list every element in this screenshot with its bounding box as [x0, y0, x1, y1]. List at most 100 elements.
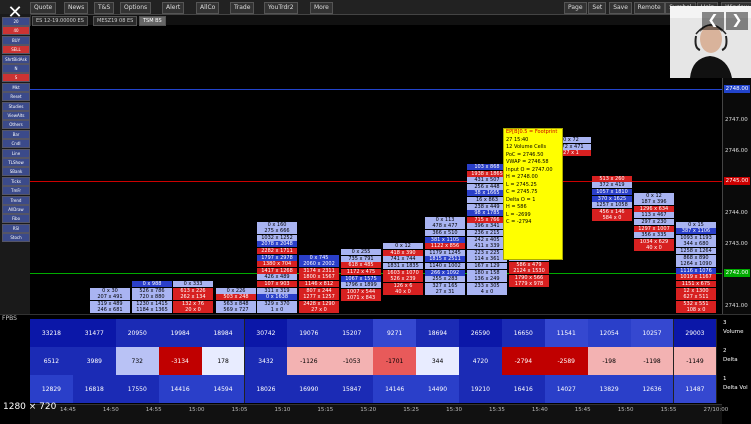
footprint-column[interactable]: 0 x 988 526 x 786 720 x 880 1230 x 1415 1184…: [132, 281, 172, 314]
sidebar-button-ticks[interactable]: Ticks: [2, 176, 30, 186]
footprint-cell: 526 x 786: [132, 287, 172, 294]
tooltip-line: L = -2699: [506, 211, 531, 218]
sidebar-button-mkt[interactable]: Mkt: [2, 82, 30, 92]
sidebar-button-fibo[interactable]: Fibo: [2, 214, 30, 224]
menu-item-trade[interactable]: Trade: [230, 2, 255, 14]
time-tick-label: 14:55: [145, 407, 162, 413]
sidebar-button-shrtbidask[interactable]: ShrtBidAsk: [2, 54, 30, 64]
footprint-cell: 418 x 390: [383, 249, 423, 256]
fpbs-row-trades: 12829 16818 17550 14416 14594 18026 16990 15847…: [30, 375, 722, 403]
price-marker-tag: 2748.00: [724, 85, 750, 93]
footprint-cell: 513 x 260: [592, 175, 632, 182]
footprint-column[interactable]: 0 x 30 207 x 491 319 x 489 246 x 681: [90, 287, 130, 314]
fpbs-cell: 9271: [373, 319, 418, 347]
tab-3[interactable]: TSM BS: [139, 16, 166, 26]
tab-2[interactable]: MESZ19 08 ES: [93, 16, 138, 26]
footprint-column[interactable]: 0 x 113 478 x 477 366 x 510 381 x 1105 1122 …: [425, 216, 465, 296]
footprint-cell: 187 x 396: [634, 199, 674, 206]
footprint-cell: 431 x 507: [467, 177, 507, 184]
sidebar-button-others[interactable]: Others: [2, 120, 30, 130]
menu-item-save[interactable]: Save: [609, 2, 632, 14]
sidebar-button-stoch[interactable]: Stoch: [2, 233, 30, 243]
footprint-cell: 1831 x 1835: [383, 262, 423, 269]
sidebar-button-reset[interactable]: Reset: [2, 92, 30, 102]
sidebar-button-tmfr[interactable]: TmFr: [2, 186, 30, 196]
time-axis[interactable]: 14:45 14:50 14:55 15:00 15:05 15:10 15:15 15:20…: [30, 404, 728, 424]
time-tick-label: 15:35: [489, 407, 505, 413]
footprint-column[interactable]: 0 x 745 2060 x 2002 3174 x 2311 1800 x 1567…: [299, 254, 339, 314]
fpbs-cell: 732: [115, 347, 160, 375]
footprint-cell: 275 x 666: [257, 228, 297, 235]
time-tick-label: 15:00: [188, 407, 205, 413]
menu-item-t&s[interactable]: T&S: [94, 2, 115, 14]
footprint-cell: 262 x 134: [173, 294, 213, 301]
previous-video-button[interactable]: ❮: [702, 12, 724, 30]
footprint-column[interactable]: 0 x 333 613 x 226 262 x 134 132 x 76 20 x 0: [173, 281, 213, 314]
sidebar-button-cndl[interactable]: Cndl: [2, 139, 30, 149]
sidebar-button-viewalts[interactable]: ViewAlts: [2, 111, 30, 120]
menu-item-youtrdr2[interactable]: YouTrdr2: [264, 2, 298, 14]
footprint-cell: 0 x 30: [90, 287, 130, 294]
footprint-cell: 613 x 226: [173, 287, 213, 294]
footprint-cell: 1007 x 544: [341, 288, 381, 295]
menu-item-more[interactable]: More: [310, 2, 333, 14]
sidebar-button-sbank[interactable]: SBank: [2, 167, 30, 177]
footprint-column[interactable]: 0 x 160 275 x 666 1032 x 1252 2078 x 2048 22…: [257, 221, 297, 314]
footprint-cell: 1258 x 1264: [676, 247, 716, 254]
menu-item-page[interactable]: Page: [564, 2, 587, 14]
sidebar-button-alldraw[interactable]: AllDraw: [2, 205, 30, 214]
menu-item-quote[interactable]: Quote: [30, 2, 57, 14]
footprint-cell: 370 x 1625: [592, 195, 632, 202]
menu-item-remote[interactable]: Remote: [633, 2, 665, 14]
fpbs-cell: 14146: [373, 375, 418, 403]
footprint-chart[interactable]: 0 x 30 207 x 491 319 x 489 246 x 681 0 x 988…: [30, 26, 722, 314]
close-icon[interactable]: ✕: [6, 4, 24, 22]
footprint-cell: 0 x 113: [425, 216, 465, 223]
footprint-cell: 1067 x 1575: [341, 275, 381, 282]
footprint-cell: 0 x 15: [676, 221, 716, 228]
footprint-cell: 1603 x 1070: [383, 269, 423, 276]
footprint-cell: 387 x 1106: [676, 228, 716, 235]
menu-item-alert[interactable]: Alert: [162, 2, 185, 14]
footprint-column[interactable]: 0 x 12 187 x 396 1296 x 634 113 x 467 297 x …: [634, 192, 674, 252]
footprint-cell: 1790 x 566: [509, 274, 549, 281]
sidebar-button-s[interactable]: S: [2, 73, 30, 83]
sidebar-button-tlshow[interactable]: TLShow: [2, 158, 30, 167]
menu-item-set[interactable]: Set: [588, 2, 607, 14]
sidebar-button-rsi[interactable]: RSI: [2, 223, 30, 233]
footprint-column[interactable]: 0 x 12 418 x 390 741 x 744 1831 x 1835 1603 …: [383, 243, 423, 296]
time-tick-label: 15:30: [446, 407, 462, 413]
sidebar-button-line[interactable]: Line: [2, 148, 30, 158]
fpbs-cell: -3134: [158, 347, 203, 375]
sidebar-button-trend[interactable]: Trend: [2, 195, 30, 205]
footprint-column[interactable]: 0 x 226 503 x 248 563 x 848 569 x 727: [216, 287, 256, 314]
menu-item-news[interactable]: News: [64, 2, 89, 14]
tab-1[interactable]: ES 12-19.00000 ES: [32, 16, 88, 26]
sidebar-button-sell[interactable]: SELL: [2, 45, 30, 55]
fpbs-cell: 3432: [244, 347, 289, 375]
fpbs-cell: 16416: [501, 375, 546, 403]
footprint-cell: 1815 x 2511: [425, 256, 465, 263]
sidebar-button-studies[interactable]: Studies: [2, 101, 30, 111]
footprint-column[interactable]: 513 x 260 372 x 419 1057 x 1810 370 x 1625 1…: [592, 175, 632, 222]
footprint-cell: 38 x 1665: [467, 190, 507, 197]
footprint-cell: 0 x 226: [216, 287, 256, 294]
footprint-cell: 266 x 1092: [425, 269, 465, 276]
sidebar-button-n[interactable]: N: [2, 64, 30, 73]
next-video-button[interactable]: ❯: [726, 12, 748, 30]
left-toolbar: 20 40 BUY SELL ShrtBidAsk N S Mkt Reset Studies Vi…: [0, 14, 31, 314]
footprint-cell: 1140 x 1002: [425, 262, 465, 269]
footprint-column[interactable]: 0 x 255 735 x 791 618 x 485 1172 x 475 1067 …: [341, 249, 381, 302]
footprint-column[interactable]: 103 x 868 1938 x 1865 431 x 507 256 x 448 38…: [467, 164, 507, 296]
menu-item-options[interactable]: Options: [120, 2, 152, 14]
menu-item-allco[interactable]: AllCo: [196, 2, 220, 14]
footprint-cell: 1277 x 1257: [299, 294, 339, 301]
footprint-cell: 256 x 448: [467, 183, 507, 190]
footprint-cell: 526 x 239: [383, 276, 423, 283]
sidebar-button-buy[interactable]: BUY: [2, 35, 30, 45]
video-resolution: 1280 × 720: [3, 402, 57, 412]
footprint-column[interactable]: 0 x 15 387 x 1106 1093 x 1193 344 x 680 1258…: [676, 221, 716, 314]
sidebar-button-40[interactable]: 40: [2, 26, 30, 36]
sidebar-button-bar[interactable]: Bar: [2, 129, 30, 139]
footprint-cell: 1172 x 475: [341, 268, 381, 275]
